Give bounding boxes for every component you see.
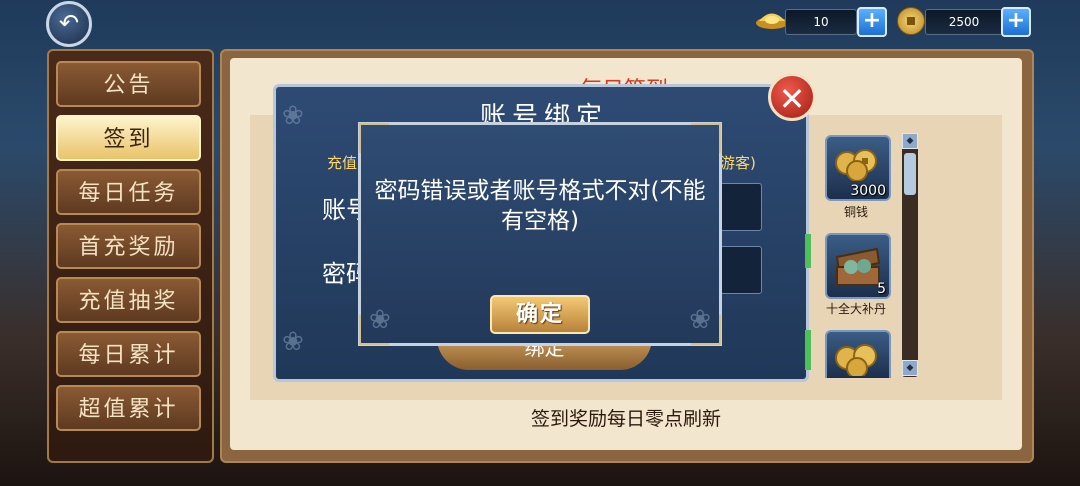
- add-coin-button[interactable]: +: [1001, 7, 1031, 37]
- copper-coin-icon: [897, 7, 925, 35]
- confirm-button[interactable]: 确定: [490, 295, 590, 334]
- back-button[interactable]: ↶: [46, 1, 92, 47]
- sidebar-item-recharge-lottery[interactable]: 充值抽奖: [56, 277, 201, 323]
- reward-name: 铜钱: [843, 205, 868, 219]
- sidebar-item-daily-tasks[interactable]: 每日任务: [56, 169, 201, 215]
- cloud-ornament: ❀: [282, 327, 304, 357]
- back-arrow-icon: ↶: [58, 9, 80, 37]
- cloud-ornament: ❀: [282, 101, 304, 131]
- cloud-ornament: ❀: [689, 305, 711, 335]
- corner-ornament: [359, 123, 389, 153]
- green-edge: [805, 234, 811, 268]
- gold-ingot-icon: [756, 13, 788, 29]
- coin-amount: 2500: [925, 9, 1003, 35]
- close-button[interactable]: ✕: [768, 73, 816, 121]
- bind-subtitle-left: 充值: [327, 154, 358, 172]
- copper-coins-icon: [835, 149, 877, 181]
- password-input[interactable]: [720, 246, 762, 294]
- add-ingot-button[interactable]: +: [857, 7, 887, 37]
- reward-count: 5: [877, 281, 886, 297]
- reward-slot[interactable]: 3000: [825, 135, 891, 201]
- scroll-down-button[interactable]: ◆: [902, 360, 918, 376]
- green-edge: [805, 330, 811, 370]
- reward-slot[interactable]: [825, 330, 891, 378]
- refresh-note: 签到奖励每日零点刷新: [530, 408, 721, 430]
- ingot-amount: 10: [785, 9, 857, 35]
- sidebar-item-first-recharge[interactable]: 首充奖励: [56, 223, 201, 269]
- cloud-ornament: ❀: [369, 305, 391, 335]
- sidebar-item-value-cumulative[interactable]: 超值累计: [56, 385, 201, 431]
- copper-coins-icon: [835, 344, 877, 376]
- reward-name: 十全大补丹: [825, 302, 886, 316]
- sidebar-item-daily-cumulative[interactable]: 每日累计: [56, 331, 201, 377]
- reward-count: 3000: [850, 183, 886, 199]
- close-x-icon: ✕: [778, 80, 806, 118]
- sidebar-item-announcement[interactable]: 公告: [56, 61, 201, 107]
- error-message: 密码错误或者账号格式不对(不能有空格): [374, 178, 706, 234]
- account-input[interactable]: [720, 183, 762, 231]
- pill-chest-icon: [835, 247, 881, 286]
- scroll-thumb[interactable]: [904, 153, 916, 195]
- corner-ornament: [691, 123, 721, 153]
- scroll-up-button[interactable]: ◆: [902, 133, 918, 149]
- reward-slot[interactable]: 5: [825, 233, 891, 299]
- bind-subtitle-right: 游客): [720, 154, 756, 172]
- sidebar-item-checkin[interactable]: 签到: [56, 115, 201, 161]
